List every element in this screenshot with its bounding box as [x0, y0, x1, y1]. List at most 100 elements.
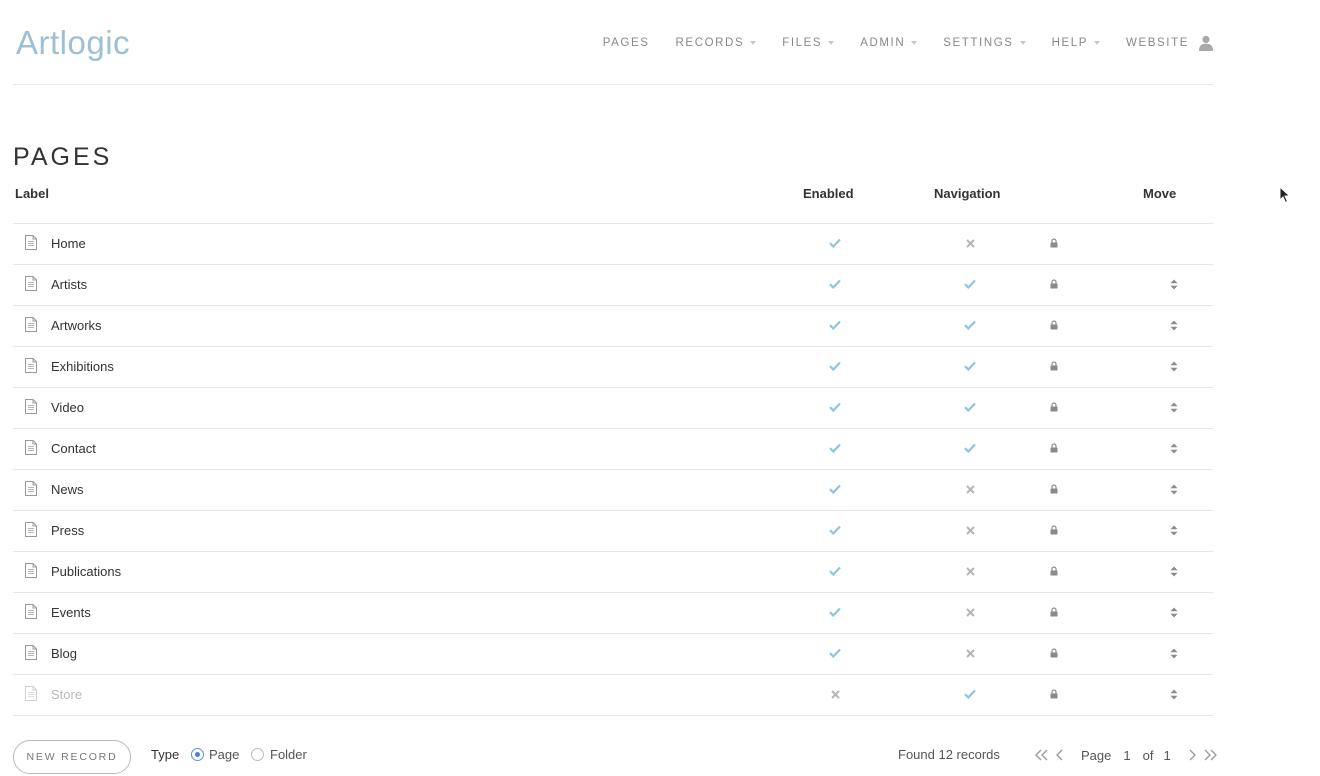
enabled-check-icon[interactable] [828, 482, 842, 496]
lock-icon[interactable] [1047, 318, 1061, 332]
page-document-icon [25, 604, 37, 619]
navigation-check-icon[interactable] [963, 687, 977, 701]
column-header-enabled[interactable]: Enabled [803, 186, 854, 201]
enabled-cross-icon[interactable] [828, 687, 842, 701]
enabled-check-icon[interactable] [828, 318, 842, 332]
lock-icon[interactable] [1047, 523, 1061, 537]
move-handle-icon[interactable] [1167, 277, 1181, 291]
lock-icon[interactable] [1047, 400, 1061, 414]
move-handle-icon[interactable] [1167, 359, 1181, 373]
navigation-check-icon[interactable] [963, 277, 977, 291]
enabled-check-icon[interactable] [828, 400, 842, 414]
table-row[interactable]: Contact [13, 429, 1213, 470]
page-document-icon [25, 522, 37, 537]
nav-help[interactable]: HELP [1052, 37, 1101, 49]
next-page-icon[interactable] [1183, 746, 1201, 764]
move-handle-icon[interactable] [1167, 482, 1181, 496]
navigation-check-icon[interactable] [963, 441, 977, 455]
row-label[interactable]: Events [51, 605, 91, 620]
move-handle-icon[interactable] [1167, 646, 1181, 660]
type-page-label[interactable]: Page [209, 747, 239, 762]
lock-icon[interactable] [1047, 359, 1061, 373]
header: Artlogic PAGES RECORDS FILES ADMIN SETTINGS H… [13, 0, 1213, 85]
lock-icon[interactable] [1047, 441, 1061, 455]
move-handle-icon[interactable] [1167, 523, 1181, 537]
navigation-check-icon[interactable] [963, 318, 977, 332]
nav-pages[interactable]: PAGES [603, 37, 650, 49]
enabled-check-icon[interactable] [828, 605, 842, 619]
nav-label: FILES [782, 37, 823, 49]
row-label[interactable]: Artists [51, 277, 87, 292]
lock-icon[interactable] [1047, 605, 1061, 619]
row-label[interactable]: Press [51, 523, 84, 538]
caret-down-icon [1019, 40, 1026, 45]
table-row[interactable]: Blog [13, 634, 1213, 675]
move-handle-icon[interactable] [1167, 400, 1181, 414]
nav-settings[interactable]: SETTINGS [943, 37, 1026, 49]
table-row[interactable]: News [13, 470, 1213, 511]
row-label[interactable]: Store [51, 687, 82, 702]
nav-admin[interactable]: ADMIN [860, 37, 918, 49]
enabled-check-icon[interactable] [828, 441, 842, 455]
move-handle-icon[interactable] [1167, 441, 1181, 455]
first-page-icon[interactable] [1033, 746, 1051, 764]
column-header-label[interactable]: Label [15, 186, 49, 201]
lock-icon[interactable] [1047, 236, 1061, 250]
navigation-cross-icon[interactable] [963, 646, 977, 660]
type-folder-radio[interactable] [251, 748, 264, 761]
nav-website[interactable]: WEBSITE [1126, 37, 1189, 49]
lock-icon[interactable] [1047, 277, 1061, 291]
move-handle-icon[interactable] [1167, 605, 1181, 619]
lock-icon[interactable] [1047, 646, 1061, 660]
enabled-check-icon[interactable] [828, 236, 842, 250]
table-row[interactable]: Press [13, 511, 1213, 552]
table-row[interactable]: Video [13, 388, 1213, 429]
row-label[interactable]: Home [51, 236, 86, 251]
user-icon[interactable] [1199, 35, 1213, 51]
row-label[interactable]: Contact [51, 441, 96, 456]
navigation-cross-icon[interactable] [963, 482, 977, 496]
logo[interactable]: Artlogic [16, 24, 130, 62]
table-row[interactable]: Home [13, 224, 1213, 265]
row-label[interactable]: News [51, 482, 84, 497]
move-handle-icon[interactable] [1167, 564, 1181, 578]
caret-down-icon [911, 40, 918, 45]
table-row[interactable]: Artworks [13, 306, 1213, 347]
table-row[interactable]: Publications [13, 552, 1213, 593]
row-label[interactable]: Artworks [51, 318, 102, 333]
table-row[interactable]: Store [13, 675, 1213, 716]
navigation-cross-icon[interactable] [963, 605, 977, 619]
prev-page-icon[interactable] [1051, 746, 1069, 764]
type-page-radio[interactable] [191, 748, 204, 761]
row-label[interactable]: Video [51, 400, 84, 415]
navigation-cross-icon[interactable] [963, 236, 977, 250]
column-header-navigation[interactable]: Navigation [934, 186, 1000, 201]
new-record-button[interactable]: NEW RECORD [13, 740, 131, 774]
navigation-check-icon[interactable] [963, 359, 977, 373]
table-row[interactable]: Artists [13, 265, 1213, 306]
move-handle-icon[interactable] [1167, 687, 1181, 701]
navigation-check-icon[interactable] [963, 400, 977, 414]
nav-files[interactable]: FILES [782, 37, 835, 49]
enabled-check-icon[interactable] [828, 523, 842, 537]
last-page-icon[interactable] [1201, 746, 1219, 764]
enabled-check-icon[interactable] [828, 277, 842, 291]
table-row[interactable]: Exhibitions [13, 347, 1213, 388]
lock-icon[interactable] [1047, 687, 1061, 701]
row-label[interactable]: Blog [51, 646, 77, 661]
type-folder-label[interactable]: Folder [270, 747, 307, 762]
move-handle-icon[interactable] [1167, 318, 1181, 332]
enabled-check-icon[interactable] [828, 564, 842, 578]
row-label[interactable]: Exhibitions [51, 359, 114, 374]
row-label[interactable]: Publications [51, 564, 121, 579]
lock-icon[interactable] [1047, 564, 1061, 578]
nav-label: ADMIN [860, 37, 906, 49]
navigation-cross-icon[interactable] [963, 564, 977, 578]
lock-icon[interactable] [1047, 482, 1061, 496]
table-row[interactable]: Events [13, 593, 1213, 634]
enabled-check-icon[interactable] [828, 646, 842, 660]
navigation-cross-icon[interactable] [963, 523, 977, 537]
nav-label: RECORDS [675, 37, 745, 49]
enabled-check-icon[interactable] [828, 359, 842, 373]
nav-records[interactable]: RECORDS [676, 37, 757, 49]
